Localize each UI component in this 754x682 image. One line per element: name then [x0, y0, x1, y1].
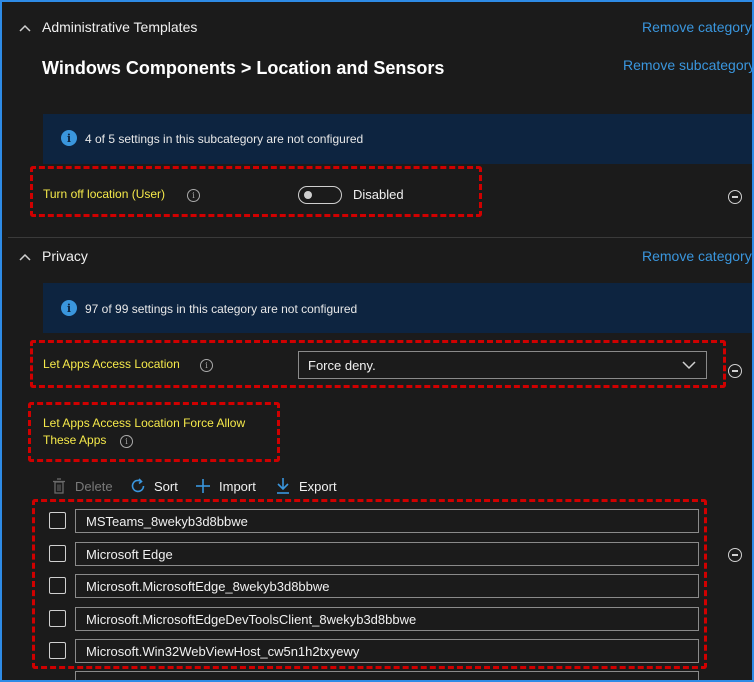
info-hint-icon[interactable]: i	[120, 435, 133, 448]
export-button[interactable]: Export	[299, 479, 337, 494]
sort-icon	[131, 478, 145, 493]
chevron-up-icon[interactable]	[18, 21, 32, 35]
app-input-partial[interactable]	[75, 671, 699, 680]
sort-button[interactable]: Sort	[154, 479, 178, 494]
app-input[interactable]: Microsoft.Win32WebViewHost_cw5n1h2txyewy	[75, 639, 699, 663]
remove-subcategory-link[interactable]: Remove subcategory	[623, 57, 752, 73]
list-item: Microsoft Edge	[43, 542, 699, 566]
toggle-knob	[304, 191, 312, 199]
info-icon: i	[61, 300, 77, 316]
app-input[interactable]: Microsoft.MicrosoftEdge_8wekyb3d8bbwe	[75, 574, 699, 598]
info-text: 97 of 99 settings in this category are n…	[85, 302, 358, 316]
remove-setting-icon[interactable]	[728, 190, 742, 204]
info-hint-icon[interactable]: i	[187, 189, 200, 202]
info-banner: i 4 of 5 settings in this subcategory ar…	[43, 114, 752, 164]
setting-label-line1: Let Apps Access Location Force Allow	[43, 416, 246, 430]
row-checkbox[interactable]	[49, 642, 66, 659]
import-button[interactable]: Import	[219, 479, 256, 494]
plus-icon	[196, 479, 210, 493]
info-icon: i	[61, 130, 77, 146]
row-checkbox[interactable]	[49, 545, 66, 562]
chevron-down-icon	[682, 361, 696, 370]
policy-settings-panel: Administrative Templates Remove category…	[0, 0, 754, 682]
remove-setting-icon[interactable]	[728, 364, 742, 378]
list-item: Microsoft.Win32WebViewHost_cw5n1h2txyewy	[43, 639, 699, 663]
app-input[interactable]: MSTeams_8wekyb3d8bbwe	[75, 509, 699, 533]
list-item: MSTeams_8wekyb3d8bbwe	[43, 509, 699, 533]
toggle-state: Disabled	[353, 187, 404, 202]
info-banner: i 97 of 99 settings in this category are…	[43, 283, 752, 333]
remove-category-link[interactable]: Remove category	[642, 248, 752, 264]
subcategory-title: Windows Components > Location and Sensor…	[42, 58, 445, 78]
location-access-dropdown[interactable]: Force deny.	[298, 351, 707, 379]
info-text: 4 of 5 settings in this subcategory are …	[85, 132, 364, 146]
row-checkbox[interactable]	[49, 577, 66, 594]
row-checkbox[interactable]	[49, 512, 66, 529]
list-item: Microsoft.MicrosoftEdgeDevToolsClient_8w…	[43, 607, 699, 631]
download-icon	[277, 478, 289, 494]
category-title: Privacy	[42, 248, 88, 264]
chevron-up-icon[interactable]	[18, 250, 32, 264]
setting-label: Turn off location (User)	[43, 187, 166, 201]
app-input[interactable]: Microsoft Edge	[75, 542, 699, 566]
row-checkbox[interactable]	[49, 610, 66, 627]
divider	[8, 237, 752, 238]
info-hint-icon[interactable]: i	[200, 359, 213, 372]
location-toggle[interactable]	[298, 186, 342, 204]
delete-button[interactable]: Delete	[75, 479, 113, 494]
trash-icon	[53, 478, 65, 494]
setting-label-line2: These Apps	[43, 433, 107, 447]
remove-category-link[interactable]: Remove category	[642, 19, 752, 35]
category-title: Administrative Templates	[42, 19, 198, 35]
setting-label: Let Apps Access Location Force Allow The…	[43, 415, 245, 449]
setting-label: Let Apps Access Location	[43, 357, 180, 371]
app-input[interactable]: Microsoft.MicrosoftEdgeDevToolsClient_8w…	[75, 607, 699, 631]
remove-setting-icon[interactable]	[728, 548, 742, 562]
list-item: Microsoft.MicrosoftEdge_8wekyb3d8bbwe	[43, 574, 699, 598]
dropdown-value: Force deny.	[308, 358, 376, 373]
